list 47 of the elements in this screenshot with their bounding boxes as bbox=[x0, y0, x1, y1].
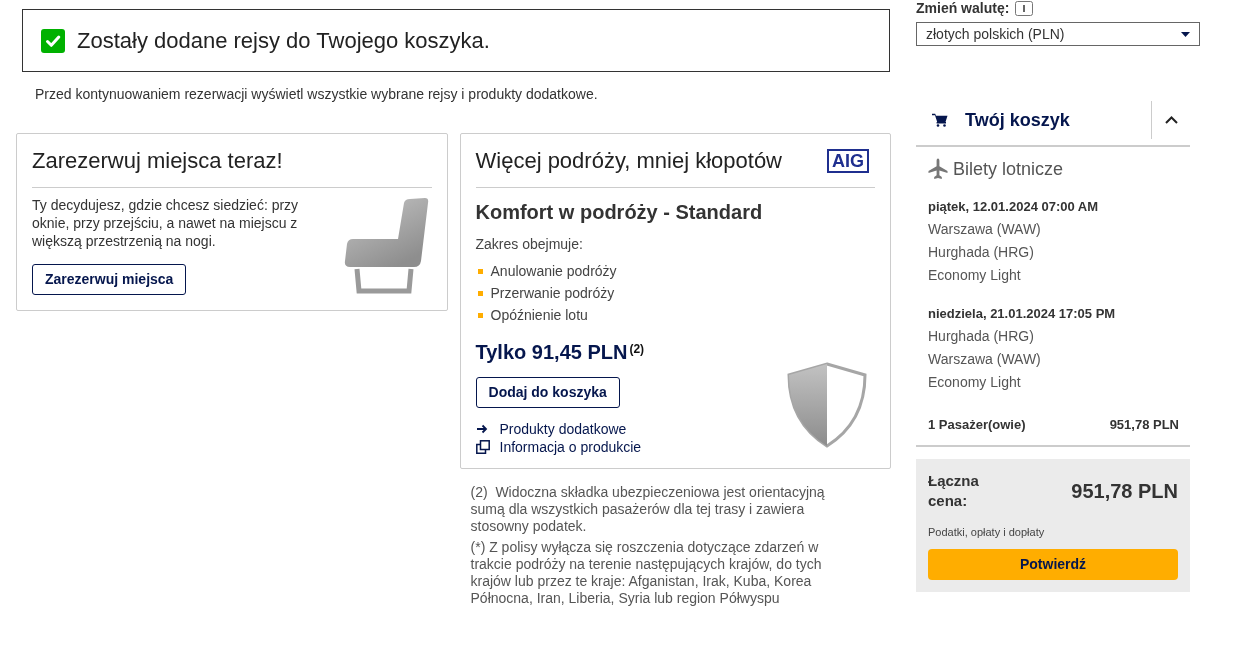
chevron-up-icon bbox=[1164, 116, 1178, 124]
passenger-count: 1 Pasażer(owie) bbox=[928, 416, 1026, 434]
info-icon[interactable] bbox=[1015, 0, 1034, 16]
add-to-cart-button[interactable]: Dodaj do koszyka bbox=[475, 377, 620, 408]
taxes-note: Podatki, opłaty i dopłaty bbox=[928, 525, 1046, 539]
flight-origin: Hurghada (HRG) bbox=[928, 327, 1035, 346]
confirm-button[interactable]: Potwierdź bbox=[928, 549, 1178, 580]
coverage-item: Anulowanie podróży bbox=[490, 261, 617, 281]
reserve-seats-button[interactable]: Zarezerwuj miejsca bbox=[32, 264, 187, 295]
card-title: Zarezerwuj miejsca teraz! bbox=[32, 147, 284, 175]
card-title: Więcej podróży, mniej kłopotów bbox=[475, 147, 782, 175]
cart-title: Twój koszyk bbox=[965, 108, 1070, 132]
airplane-icon bbox=[928, 158, 948, 180]
total-price: 951,78 PLN bbox=[1071, 479, 1178, 504]
square-bullet-icon bbox=[477, 268, 483, 274]
currency-select[interactable]: złotych polskich (PLN) bbox=[916, 22, 1200, 46]
coverage-label: Zakres obejmuje: bbox=[475, 235, 584, 253]
flight-destination: Hurghada (HRG) bbox=[928, 243, 1035, 262]
popup-window-icon bbox=[475, 440, 490, 454]
footnote-text: (*) Z polisy wyłącza się roszczenia dotyczące zdarzeń w trakcie podróży na terenie następujących krajów, do tych krajów lub przez te kraje: Afganistan, Irak, Kuba, Korea Północna, Iran, Liberia, Syria lub region Półwyspu bbox=[470, 539, 823, 607]
section-title: Bilety lotnicze bbox=[953, 157, 1064, 181]
cart-icon bbox=[932, 113, 948, 127]
fare-class: Economy Light bbox=[928, 266, 1022, 285]
flight-date: piątek, 12.01.2024 07:00 AM bbox=[928, 198, 1100, 216]
caret-down-icon bbox=[1181, 31, 1190, 37]
arrow-right-icon bbox=[475, 424, 488, 434]
flight-date: niedziela, 21.01.2024 17:05 PM bbox=[928, 305, 1117, 323]
footnote-text: (2) Widoczna składka ubezpieczeniowa jest orientacyjną sumą dla wszystkich pasażerów dla tej trasy i zawiera stosowny podatek. bbox=[470, 484, 826, 535]
coverage-item: Opóźnienie lotu bbox=[490, 305, 588, 325]
passenger-price: 951,78 PLN bbox=[1109, 416, 1179, 434]
square-bullet-icon bbox=[477, 290, 483, 296]
total-label: Łączna cena: bbox=[928, 471, 980, 511]
product-link[interactable]: Produkty dodatkowe bbox=[475, 420, 642, 438]
square-bullet-icon bbox=[477, 312, 483, 318]
product-link[interactable]: Informacja o produkcie bbox=[475, 438, 642, 456]
brand-logo: AIG bbox=[827, 149, 869, 173]
coverage-item: Przerwanie podróży bbox=[490, 283, 615, 303]
flight-destination: Warszawa (WAW) bbox=[928, 350, 1042, 369]
card-description: Ty decydujesz, gdzie chcesz siedzieć: przy oknie, przy przejściu, a nawet na miejscu z większą przestrzenią na nogi. bbox=[32, 196, 300, 250]
fare-class: Economy Light bbox=[928, 373, 1022, 392]
intro-text: Przed kontynuowaniem rezerwacji wyświetl wszystkie wybrane rejsy i produkty dodatkowe. bbox=[35, 85, 599, 103]
product-name: Komfort w podróży - Standard bbox=[475, 200, 764, 224]
product-price: Tylko 91,45 PLN$^{(2)}$ bbox=[475, 340, 645, 364]
checkmark-icon bbox=[41, 28, 65, 53]
currency-label: Zmień walutę: bbox=[916, 0, 1010, 16]
flight-origin: Warszawa (WAW) bbox=[928, 220, 1042, 239]
notification-message: Zostały dodane rejsy do Twojego koszyka. bbox=[77, 26, 490, 55]
